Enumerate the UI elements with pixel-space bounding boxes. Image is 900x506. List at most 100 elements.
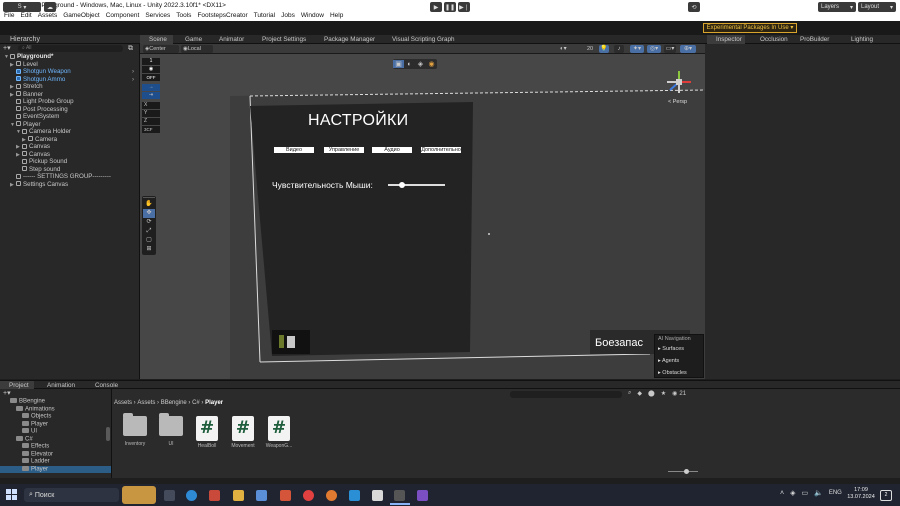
search-icon[interactable]: ⌕ <box>628 390 631 397</box>
hierarchy-item[interactable]: ▶ Settings Canvas <box>0 181 139 189</box>
overlay-arrow-icon[interactable]: → <box>142 84 160 91</box>
visual-studio-icon[interactable] <box>417 490 428 501</box>
rotate-tool-icon[interactable]: ⟳ <box>143 218 155 227</box>
settings-tab-advanced[interactable]: Дополнительно <box>421 147 461 153</box>
asset-script[interactable]: # Movement <box>227 416 259 449</box>
notifications-icon[interactable]: 2 <box>880 490 892 501</box>
menu-help[interactable]: Help <box>330 11 343 21</box>
project-tree-item[interactable]: Ladder <box>0 458 111 466</box>
asset-folder[interactable]: Inventory <box>119 413 151 447</box>
add-asset-icon[interactable]: +▾ <box>3 389 11 398</box>
type-filter-icon[interactable]: ◆ <box>637 390 642 397</box>
hierarchy-item[interactable]: ▶ Canvas <box>0 151 139 159</box>
effects-toggle-icon[interactable]: ✦▾ <box>630 45 644 53</box>
hierarchy-item[interactable]: ▼ Player <box>0 121 139 129</box>
project-tree-item[interactable]: Animations <box>0 405 111 414</box>
scale-tool-icon[interactable]: ⤢ <box>143 227 155 236</box>
tab-animator[interactable]: Animator <box>210 35 250 44</box>
hierarchy-item[interactable]: ------ SETTINGS GROUP--------- <box>0 173 139 181</box>
asset-script[interactable]: # HealBoll <box>191 416 223 449</box>
view-2d-icon[interactable]: ▣ <box>393 60 404 68</box>
experimental-packages-badge[interactable]: Experimental Packages In Use ▾ <box>703 23 797 33</box>
task-view-icon[interactable] <box>164 490 175 501</box>
settings-tab-video[interactable]: Видео <box>274 147 314 153</box>
project-tree-item[interactable]: Player <box>0 465 111 473</box>
store-icon[interactable] <box>256 490 267 501</box>
perspective-label[interactable]: < Persp <box>668 99 687 105</box>
eye-icon[interactable]: ◉ <box>142 66 160 73</box>
menu-jobs[interactable]: Jobs <box>281 11 295 21</box>
icon-size-slider[interactable] <box>668 469 698 474</box>
step-button[interactable]: ▶❘ <box>458 2 470 12</box>
office-icon[interactable] <box>209 490 220 501</box>
breadcrumb-player[interactable]: Player <box>205 400 223 406</box>
menu-tools[interactable]: Tools <box>176 11 191 21</box>
breadcrumb-bbengine[interactable]: BBengine <box>161 400 187 406</box>
taskbar-search[interactable]: ⌕ Поиск <box>24 488 119 502</box>
axis-x-toggle[interactable]: X <box>142 102 160 109</box>
hierarchy-item[interactable]: ▶ Canvas <box>0 143 139 151</box>
hierarchy-search-input[interactable]: ⌕ All <box>18 45 123 52</box>
project-tree-item[interactable]: Elevator <box>0 450 111 459</box>
project-search-input[interactable] <box>510 391 622 398</box>
asset-script[interactable]: # WeaponG... <box>263 416 295 449</box>
orientation-gizmo[interactable] <box>662 68 696 98</box>
scene-viewport[interactable]: НАСТРОЙКИ Видео Управление Аудио Дополни… <box>140 54 705 379</box>
hand-tool-icon[interactable]: ✋ <box>143 200 155 209</box>
ai-nav-surfaces[interactable]: ▸ Surfaces <box>655 343 703 355</box>
hierarchy-item[interactable]: Step sound <box>0 166 139 174</box>
overlay-mode-toggle[interactable]: 3CF <box>142 126 160 133</box>
unity-hub-icon[interactable] <box>372 490 383 501</box>
tray-app-icon[interactable]: ◈ <box>790 489 795 497</box>
overlay-value-1[interactable]: 1 <box>142 58 160 65</box>
tab-occlusion[interactable]: Occlusion <box>751 35 793 44</box>
breadcrumb-assets[interactable]: Assets <box>114 400 132 406</box>
lighting-toggle-icon[interactable]: 💡 <box>599 45 609 53</box>
view-fx-icon[interactable]: ◈ <box>415 60 426 68</box>
layout-dropdown[interactable]: Layout ▾ <box>858 2 896 12</box>
project-tree-item[interactable]: BBengine <box>0 398 111 406</box>
network-icon[interactable]: ▭ <box>801 489 808 497</box>
favorite-icon[interactable]: ★ <box>661 390 666 397</box>
edge-browser-icon[interactable] <box>186 490 197 501</box>
add-icon[interactable]: +▾ <box>3 44 11 53</box>
tree-scrollbar[interactable] <box>106 427 110 441</box>
input-language[interactable]: ENG <box>829 490 842 496</box>
hierarchy-item[interactable]: ▼ Camera Holder <box>0 128 139 136</box>
history-icon[interactable]: ⟲ <box>688 2 700 12</box>
browser-icon[interactable] <box>326 490 337 501</box>
windows-start-icon[interactable] <box>6 489 17 500</box>
hierarchy-item[interactable]: Pickup Sound <box>0 158 139 166</box>
icon-size-slider-handle[interactable] <box>684 469 689 474</box>
project-tree-item[interactable]: Effects <box>0 443 111 451</box>
breadcrumb-csharp[interactable]: C# <box>192 400 200 406</box>
view-draw-icon[interactable]: ◉ <box>426 60 437 68</box>
scene-camera-icon[interactable]: ▭▾ <box>664 45 676 53</box>
menu-tutorial[interactable]: Tutorial <box>254 11 275 21</box>
file-explorer-icon[interactable] <box>233 490 244 501</box>
overlay-snap-icon[interactable]: ⇥ <box>142 92 160 99</box>
gizmos-icon[interactable]: ⊕▾ <box>680 45 696 53</box>
menu-window[interactable]: Window <box>301 11 324 21</box>
audio-toggle-icon[interactable]: ♪ <box>614 45 624 53</box>
tray-chevron-up-icon[interactable]: ˄ <box>780 490 784 497</box>
ai-nav-agents[interactable]: ▸ Agents <box>655 355 703 367</box>
hierarchy-item[interactable]: Shotgun Weapon › <box>0 68 139 76</box>
tab-probuilder[interactable]: ProBuilder <box>791 35 833 44</box>
skype-icon[interactable] <box>349 490 360 501</box>
hierarchy-item[interactable]: ▶ Camera <box>0 136 139 144</box>
menu-file[interactable]: File <box>4 11 14 21</box>
hidden-objects-icon[interactable]: ◎▾ <box>647 45 661 53</box>
hierarchy-item[interactable]: ▶ Stretch <box>0 83 139 91</box>
project-tree-item[interactable]: UI <box>0 428 111 436</box>
figma-icon[interactable] <box>280 490 291 501</box>
axis-y-toggle[interactable]: Y <box>142 110 160 117</box>
yandex-icon[interactable] <box>303 490 314 501</box>
hierarchy-item[interactable]: Shotgun Ammo › <box>0 76 139 84</box>
overlay-off-toggle[interactable]: OFF <box>142 74 160 81</box>
rect-tool-icon[interactable]: ▢ <box>143 236 155 245</box>
sensitivity-slider[interactable] <box>388 182 445 188</box>
hierarchy-item[interactable]: ▼ Playground* <box>0 53 139 61</box>
volume-icon[interactable]: 🔈 <box>814 489 823 497</box>
hierarchy-item[interactable]: Post Processing <box>0 106 139 114</box>
